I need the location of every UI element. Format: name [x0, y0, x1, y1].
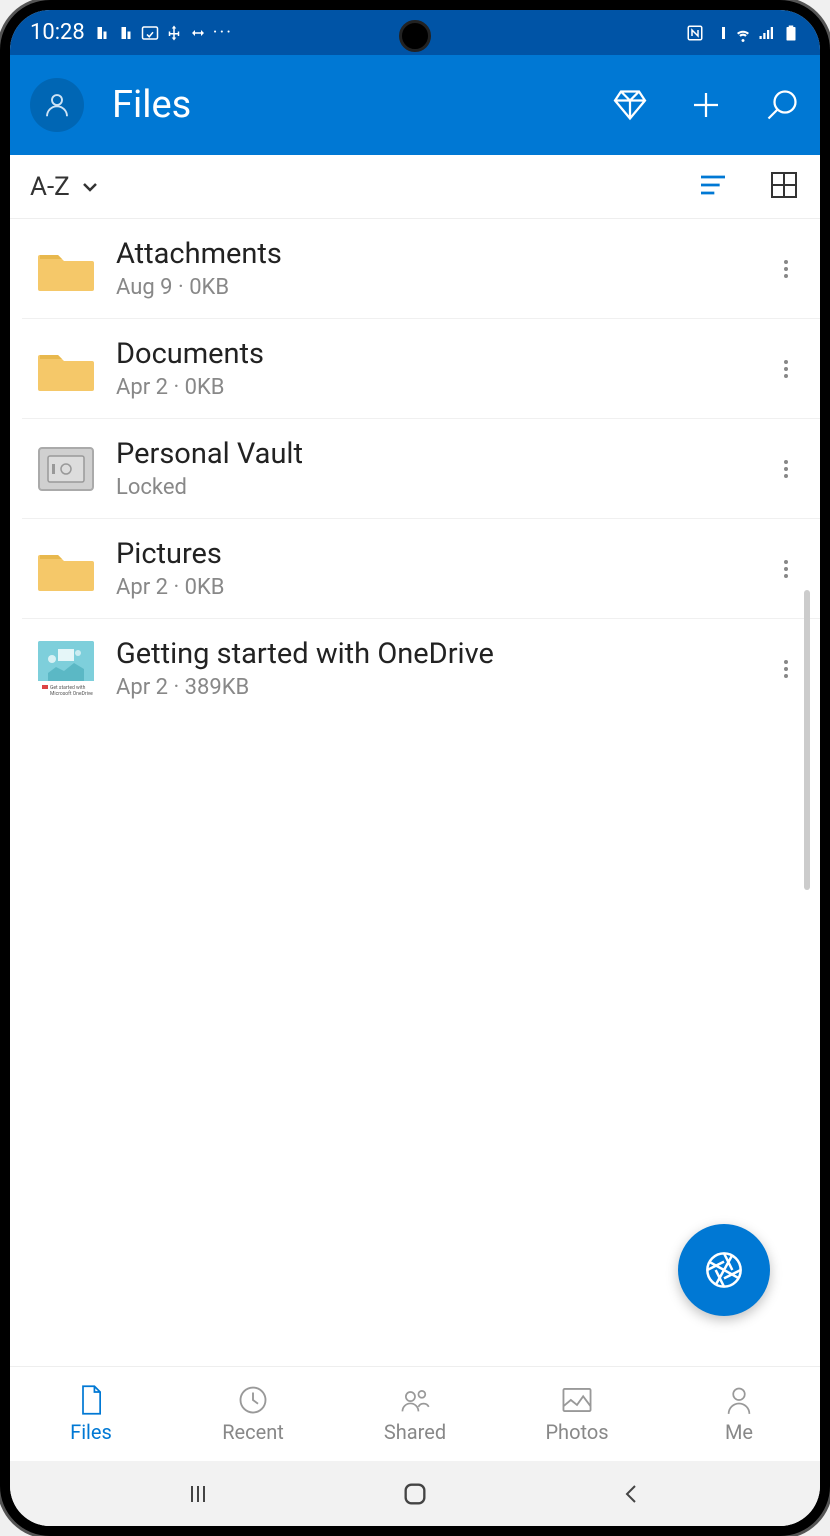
search-icon	[764, 87, 800, 123]
cast-icon	[141, 24, 159, 42]
nav-photos[interactable]: Photos	[496, 1367, 658, 1461]
file-icon	[75, 1384, 107, 1416]
sort-view-button[interactable]	[694, 169, 732, 205]
image-icon	[561, 1384, 593, 1416]
scroll-indicator[interactable]	[804, 590, 810, 890]
list-item[interactable]: Attachments Aug 9 · 0KB	[22, 219, 820, 319]
file-info: Getting started with OneDrive Apr 2 · 38…	[116, 637, 754, 700]
file-info: Pictures Apr 2 · 0KB	[116, 537, 754, 600]
transfer-icon	[189, 24, 207, 42]
file-meta: Locked	[116, 475, 754, 500]
nav-label: Me	[725, 1420, 753, 1444]
nav-label: Shared	[384, 1420, 446, 1444]
status-right-icons	[686, 24, 800, 42]
account-button[interactable]	[30, 78, 84, 132]
file-meta: Apr 2 · 0KB	[116, 575, 754, 600]
home-icon	[401, 1480, 429, 1508]
bottom-nav: Files Recent Shared Photos	[10, 1366, 820, 1461]
nfc-icon	[686, 24, 704, 42]
status-left-icons: ···	[93, 22, 233, 43]
file-list[interactable]: Attachments Aug 9 · 0KB Documents Apr 2 …	[10, 219, 820, 1366]
notif-icon	[117, 24, 135, 42]
vibrate-icon	[710, 24, 728, 42]
sort-label: A-Z	[30, 172, 70, 202]
nav-recent[interactable]: Recent	[172, 1367, 334, 1461]
chevron-down-icon	[78, 175, 102, 199]
camera-aperture-icon	[704, 1250, 744, 1290]
usb-icon	[165, 24, 183, 42]
nav-me[interactable]: Me	[658, 1367, 820, 1461]
nav-label: Recent	[222, 1420, 284, 1444]
file-name: Documents	[116, 337, 754, 371]
folder-icon	[34, 343, 98, 395]
menu-icon	[184, 1482, 212, 1506]
document-thumb-icon: Get started withMicrosoft OneDrive	[34, 643, 98, 695]
file-meta: Apr 2 · 389KB	[116, 675, 754, 700]
notif-icon	[93, 24, 111, 42]
system-home-button[interactable]	[385, 1474, 445, 1514]
nav-files[interactable]: Files	[10, 1367, 172, 1461]
clock-icon	[237, 1384, 269, 1416]
status-time: 10:28	[30, 20, 85, 45]
file-more-button[interactable]	[772, 260, 800, 278]
premium-button[interactable]	[612, 87, 648, 123]
file-meta: Aug 9 · 0KB	[116, 275, 754, 300]
file-more-button[interactable]	[772, 460, 800, 478]
camera-fab[interactable]	[678, 1224, 770, 1316]
nav-label: Photos	[545, 1420, 608, 1444]
file-meta: Apr 2 · 0KB	[116, 375, 754, 400]
wifi-icon	[734, 24, 752, 42]
system-recents-button[interactable]	[168, 1474, 228, 1514]
people-icon	[399, 1384, 431, 1416]
diamond-icon	[612, 86, 648, 124]
file-more-button[interactable]	[772, 360, 800, 378]
search-button[interactable]	[764, 87, 800, 123]
person-icon	[723, 1384, 755, 1416]
file-more-button[interactable]	[772, 560, 800, 578]
phone-screen: 10:28 ···	[10, 10, 820, 1526]
folder-icon	[34, 543, 98, 595]
list-item[interactable]: Documents Apr 2 · 0KB	[22, 319, 820, 419]
list-item[interactable]: Pictures Apr 2 · 0KB	[22, 519, 820, 619]
grid-view-button[interactable]	[768, 169, 800, 205]
phone-frame: 10:28 ···	[0, 0, 830, 1536]
plus-icon	[688, 86, 724, 124]
system-back-button[interactable]	[602, 1474, 662, 1514]
signal-icon	[758, 24, 776, 42]
nav-label: Files	[70, 1420, 112, 1444]
system-nav	[10, 1461, 820, 1526]
file-name: Pictures	[116, 537, 754, 571]
folder-icon	[34, 243, 98, 295]
file-name: Attachments	[116, 237, 754, 271]
add-button[interactable]	[688, 87, 724, 123]
nav-shared[interactable]: Shared	[334, 1367, 496, 1461]
vault-icon	[34, 443, 98, 495]
page-title: Files	[112, 83, 594, 127]
filter-actions	[694, 169, 800, 205]
file-name: Personal Vault	[116, 437, 754, 471]
file-info: Personal Vault Locked	[116, 437, 754, 500]
person-icon	[42, 90, 72, 120]
list-item[interactable]: Personal Vault Locked	[22, 419, 820, 519]
camera-hole	[399, 20, 431, 52]
svg-text:Microsoft OneDrive: Microsoft OneDrive	[50, 690, 93, 697]
battery-icon	[782, 24, 800, 42]
sort-lines-icon	[694, 169, 732, 201]
file-info: Attachments Aug 9 · 0KB	[116, 237, 754, 300]
filter-bar: A-Z	[10, 155, 820, 219]
status-right	[686, 24, 800, 42]
file-name: Getting started with OneDrive	[116, 637, 754, 671]
sort-toggle[interactable]: A-Z	[30, 172, 102, 202]
grid-icon	[768, 169, 800, 201]
status-left: 10:28 ···	[30, 20, 233, 45]
more-icon: ···	[213, 22, 233, 43]
header-actions	[612, 87, 800, 123]
back-icon	[620, 1480, 644, 1508]
app-header: Files	[10, 55, 820, 155]
list-item[interactable]: Get started withMicrosoft OneDrive Getti…	[22, 619, 820, 718]
file-info: Documents Apr 2 · 0KB	[116, 337, 754, 400]
file-more-button[interactable]	[772, 660, 800, 678]
